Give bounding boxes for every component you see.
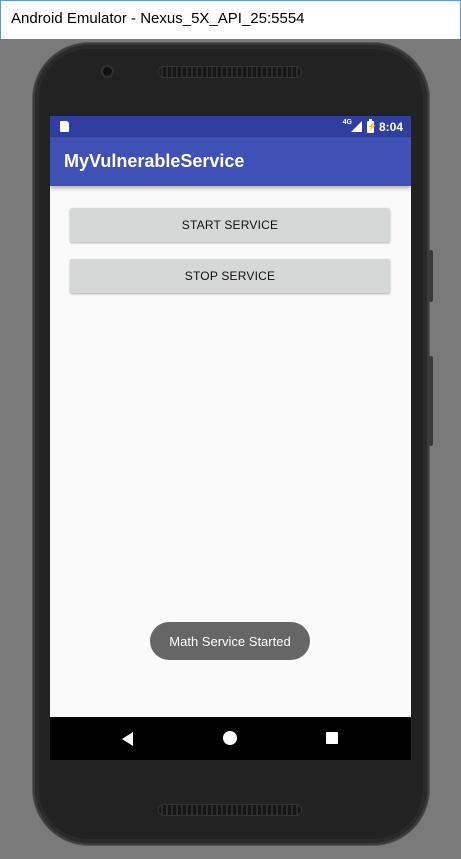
- top-speaker: [158, 66, 302, 78]
- emulator-window: Android Emulator - Nexus_5X_API_25:5554 …: [0, 0, 461, 859]
- bottom-speaker: [158, 804, 302, 816]
- back-icon[interactable]: [122, 732, 133, 746]
- device-screen: 4G 8:04 MyVulnerableService START SERVIC…: [50, 116, 411, 760]
- volume-button[interactable]: [429, 356, 433, 446]
- recents-icon[interactable]: [326, 732, 338, 744]
- status-time: 8:04: [378, 119, 403, 134]
- battery-charging-icon: [366, 118, 377, 133]
- sd-card-icon: [60, 121, 69, 132]
- status-icons: 4G 8:04: [343, 118, 403, 135]
- home-icon[interactable]: [223, 731, 237, 745]
- window-titlebar[interactable]: Android Emulator - Nexus_5X_API_25:5554: [0, 0, 461, 39]
- signal-icon: [350, 121, 362, 132]
- toast-message: Math Service Started: [150, 622, 310, 660]
- network-type-label: 4G: [342, 119, 352, 126]
- status-bar: 4G 8:04: [50, 116, 411, 137]
- stop-service-button[interactable]: STOP SERVICE: [70, 259, 390, 293]
- power-button[interactable]: [429, 250, 433, 302]
- app-bar: MyVulnerableService: [50, 137, 411, 186]
- start-service-button[interactable]: START SERVICE: [70, 208, 390, 242]
- navigation-bar: [50, 717, 411, 760]
- front-camera: [103, 67, 112, 76]
- app-title: MyVulnerableService: [64, 151, 245, 171]
- window-title: Android Emulator - Nexus_5X_API_25:5554: [11, 10, 305, 27]
